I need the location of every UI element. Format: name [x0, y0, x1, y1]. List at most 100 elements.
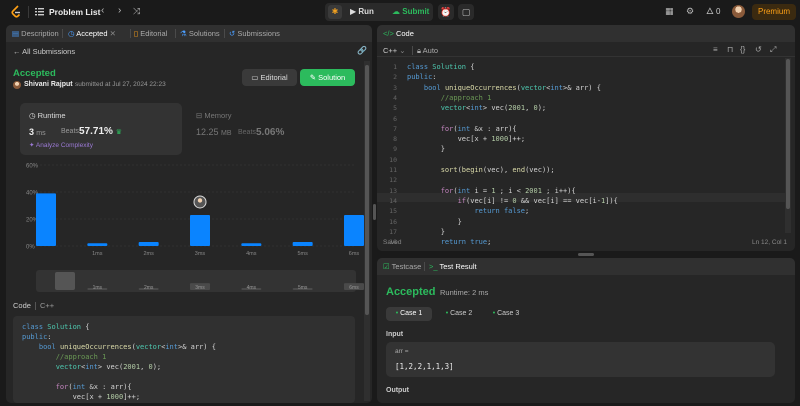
- line-number: 5: [393, 104, 397, 113]
- editorial-button[interactable]: ▭ Editorial: [242, 69, 297, 86]
- submission-panel: ▤ Description ◷ Accepted ✕ ▯ Editorial ⚗…: [6, 25, 372, 403]
- case-tab-1[interactable]: • Case 1: [386, 307, 432, 321]
- leetcode-logo-icon[interactable]: [10, 5, 22, 19]
- code-line: vec[x + 1000]++;: [72, 393, 141, 401]
- range-mini-label: 3ms: [195, 285, 205, 291]
- solution-button[interactable]: ✎ Solution: [300, 69, 355, 86]
- vertical-resize-handle[interactable]: [373, 204, 376, 220]
- fire-streak-icon[interactable]: 🜂: [706, 6, 714, 17]
- code-line: vector<int> vec(2001, 0);: [55, 363, 162, 371]
- code-brackets-icon: </>: [383, 29, 396, 38]
- settings-gear-icon[interactable]: ⚙: [686, 6, 694, 17]
- left-tab-bar: ▤ Description ◷ Accepted ✕ ▯ Editorial ⚗…: [6, 25, 372, 42]
- auto-indent-toggle[interactable]: 🔒︎ Auto: [417, 46, 438, 56]
- line-number: 11: [389, 166, 397, 174]
- tab-editorial-label: Editorial: [140, 29, 168, 38]
- case-label: Case 1: [400, 310, 423, 317]
- runtime-bar: [344, 214, 364, 246]
- share-link-icon[interactable]: 🔗: [357, 46, 367, 55]
- premium-button[interactable]: Premium: [752, 4, 796, 20]
- runtime-value: 3 ms: [29, 127, 46, 137]
- input-label: Input: [386, 331, 404, 338]
- case-tab-2[interactable]: • Case 2: [436, 307, 482, 321]
- line-number: 13: [389, 186, 397, 195]
- runtime-label: ◷ Runtime: [29, 111, 66, 120]
- tab-description[interactable]: ▤ Description: [12, 29, 59, 38]
- back-to-all-submissions[interactable]: ← All Submissions: [13, 47, 75, 56]
- user-avatar[interactable]: [732, 5, 745, 18]
- x-tick-label: 3ms: [195, 251, 206, 257]
- line-number: 2: [393, 73, 397, 82]
- editor-code-line: sort(begin(vec), end(vec));: [440, 166, 555, 174]
- runtime-bar: [190, 214, 210, 246]
- memory-label[interactable]: ⊟ Memory: [196, 111, 231, 120]
- debug-icon[interactable]: ✱: [328, 5, 342, 19]
- test-result-panel: ☑ Testcase >_ Test Result Accepted Runti…: [377, 258, 795, 403]
- range-mini-label: 6ms: [349, 285, 359, 291]
- line-number: 6: [393, 114, 397, 123]
- language-select[interactable]: C++ ⌄: [383, 46, 406, 55]
- back-label: All Submissions: [22, 47, 76, 56]
- next-problem-icon[interactable]: ›: [118, 6, 121, 16]
- editorial-btn-label: Editorial: [260, 73, 288, 82]
- runtime-bar: [241, 243, 262, 246]
- tab-solutions[interactable]: ⚗ Solutions: [180, 29, 220, 38]
- problem-list-icon[interactable]: [35, 7, 44, 16]
- prev-problem-icon[interactable]: ‹: [101, 6, 104, 16]
- format-icon[interactable]: ≡: [713, 45, 718, 54]
- memory-beats-pct: 5.06%: [256, 127, 285, 138]
- memory-beats-label: Beats: [238, 129, 256, 136]
- submit-button[interactable]: ☁ Submit: [392, 7, 429, 16]
- tab-accepted[interactable]: ◷ Accepted ✕: [68, 29, 116, 38]
- editor-code-line: for(int &x : arr){: [440, 124, 517, 133]
- line-number: 10: [389, 155, 397, 164]
- code-line: //approach 1: [22, 353, 107, 361]
- bookmark-icon[interactable]: ⊓: [727, 45, 733, 54]
- notes-icon[interactable]: ▢: [458, 4, 474, 20]
- left-scrollbar-thumb[interactable]: [365, 65, 369, 315]
- input-var-name: arr =: [395, 348, 409, 355]
- case-tab-3[interactable]: • Case 3: [483, 307, 529, 321]
- code-divider: [35, 302, 36, 310]
- runtime-card[interactable]: ◷ Runtime 3 ms Beats 57.71% ♛ ✦ Analyze …: [20, 103, 182, 155]
- navbar-divider: [28, 6, 29, 18]
- line-number: 1: [393, 63, 397, 71]
- submitted-code-block[interactable]: class Solution {public: bool uniqueOccur…: [13, 316, 355, 403]
- alarm-clock-icon[interactable]: ⏰: [438, 4, 454, 20]
- horizontal-resize-handle[interactable]: [578, 253, 594, 256]
- runtime-distribution-chart: 60%40%20%0%1ms 2ms 3ms 4ms 5ms 6ms1ms 2ms 3ms 4m…: [26, 164, 364, 292]
- run-button[interactable]: ▶ Run: [350, 7, 374, 16]
- line-number: 7: [393, 124, 397, 133]
- tab-solutions-label: Solutions: [188, 29, 220, 38]
- y-tick-label: 0%: [26, 245, 35, 251]
- tab-editorial[interactable]: ▯ Editorial: [134, 29, 167, 38]
- reset-icon[interactable]: ↺: [755, 45, 762, 54]
- tab-submissions[interactable]: ↺ Submissions: [229, 29, 280, 38]
- tab-testcase[interactable]: ☑ Testcase: [383, 262, 421, 271]
- close-tab-icon[interactable]: ✕: [108, 29, 116, 38]
- analyze-complexity-link[interactable]: ✦ Analyze Complexity: [29, 141, 93, 149]
- saved-status: Saved: [383, 239, 402, 246]
- problem-list-link[interactable]: Problem List: [49, 7, 100, 17]
- runtime-beats-label: Beats: [61, 128, 79, 135]
- shuffle-icon[interactable]: ⤨: [133, 6, 140, 16]
- cursor-position: Ln 12, Col 1: [752, 239, 788, 246]
- submitter-name[interactable]: Shivani Rajput: [24, 81, 73, 88]
- braces-icon[interactable]: {}: [740, 45, 745, 54]
- editor-code-line: return true;: [440, 238, 492, 247]
- code-line: class Solution {: [22, 323, 90, 331]
- pencil-icon: ✎: [309, 73, 319, 82]
- fullscreen-icon[interactable]: ⤢: [770, 45, 776, 55]
- tab-test-result[interactable]: >_ Test Result: [429, 262, 477, 271]
- tab-divider: [175, 29, 176, 38]
- line-number: 4: [393, 93, 397, 102]
- leetcode-badge-icon: ♛: [115, 129, 122, 136]
- editor-scrollbar-thumb[interactable]: [786, 59, 790, 209]
- tab-code[interactable]: </> Code: [383, 29, 414, 38]
- arrow-left-icon: ←: [13, 47, 23, 56]
- tab-testcase-label: Testcase: [391, 262, 422, 271]
- sparkle-icon: ✦: [29, 142, 36, 149]
- code-editor-panel: </> Code C++ ⌄ 🔒︎ Auto ≡ ⊓ {} ↺ ⤢ 1 class…: [377, 25, 795, 251]
- line-number: 17: [389, 227, 397, 236]
- layout-grid-icon[interactable]: ▦: [665, 6, 674, 17]
